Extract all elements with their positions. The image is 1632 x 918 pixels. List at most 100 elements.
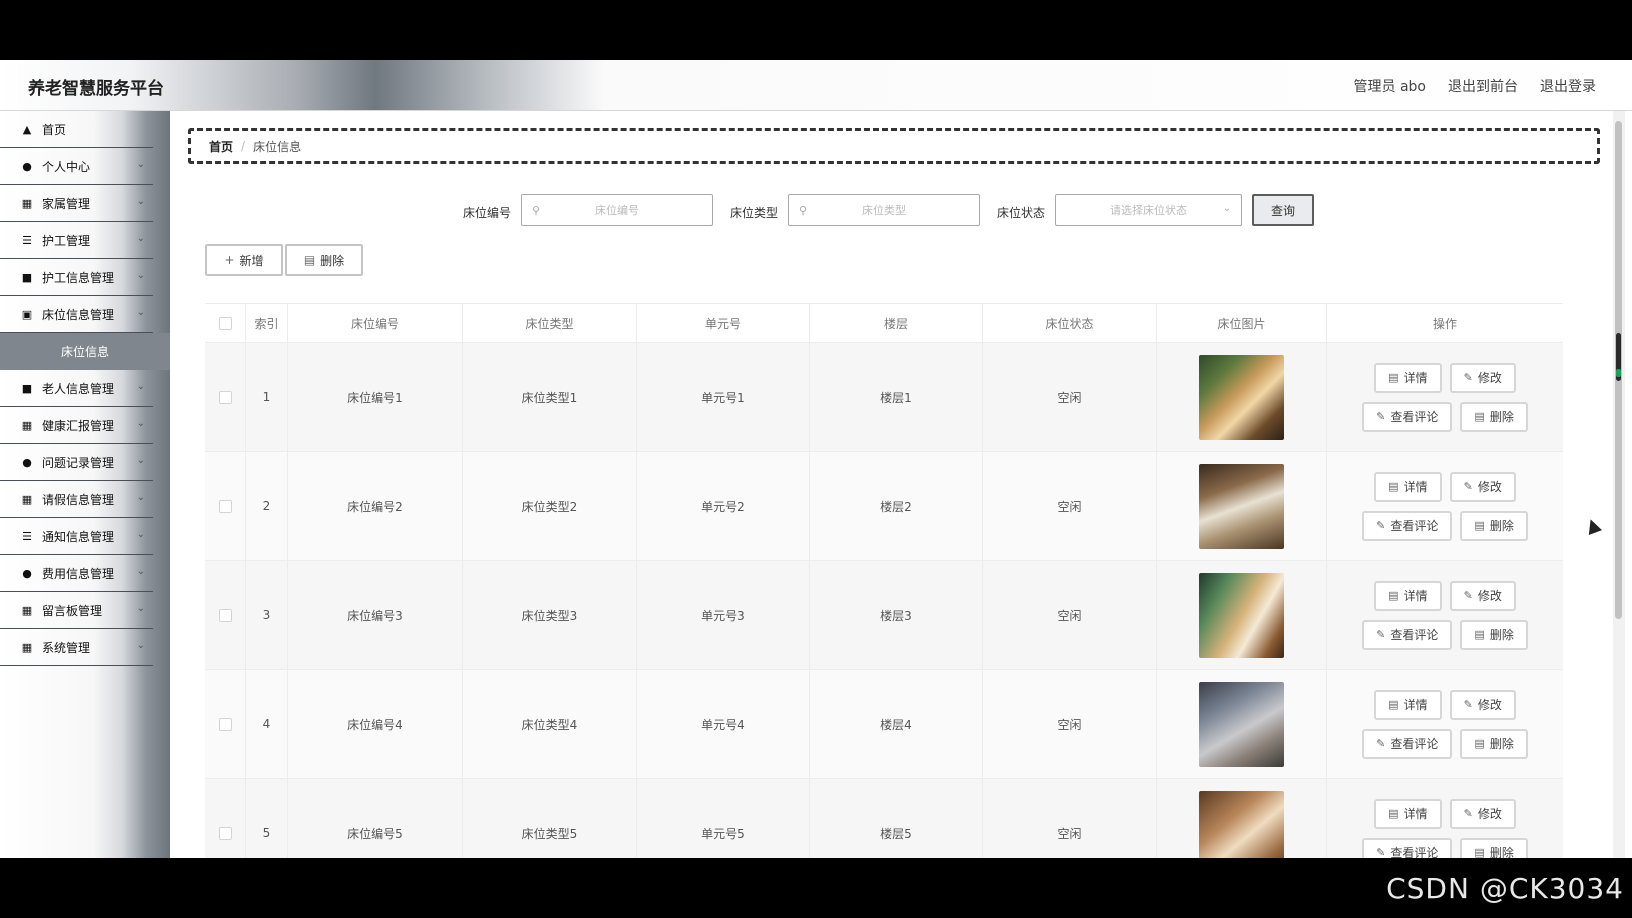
sidebar-item-label: 老人信息管理 [42,381,115,396]
bed-no-placeholder: 床位编号 [595,204,639,217]
row-checkbox[interactable] [218,608,232,622]
select-all-checkbox[interactable] [218,316,232,330]
add-button[interactable]: + 新增 [205,244,283,276]
chevron-down-icon: ⌄ [136,566,145,577]
edit-label: 修改 [1477,698,1502,712]
header-actions: 操作 [1432,316,1457,331]
back-to-front-link[interactable]: 退出到前台 [1448,76,1518,96]
sidebar-item-label: 问题记录管理 [42,455,115,470]
logout-link[interactable]: 退出登录 [1540,76,1596,96]
cell-bed-no: 床位编号3 [288,561,463,669]
edit-button[interactable]: ✎ 修改 [1449,362,1516,393]
chevron-down-icon: ⌄ [136,159,145,170]
delete-row-button[interactable]: ▤ 删除 [1460,728,1528,759]
row-checkbox[interactable] [218,390,232,404]
trash-icon: ▤ [1474,410,1485,423]
sidebar-item-notice[interactable]: ☰ 通知信息管理 ⌄ [0,518,153,555]
cell-image [1157,779,1327,858]
bed-image[interactable] [1199,354,1284,440]
detail-button[interactable]: ▤ 详情 [1374,689,1442,720]
view-comments-button[interactable]: ✎ 查看评论 [1362,510,1453,541]
bed-type-input[interactable]: ⚲ 床位类型 [788,194,980,226]
delete-row-button[interactable]: ▤ 删除 [1460,401,1528,432]
chevron-down-icon: ⌄ [136,418,145,429]
bed-image[interactable] [1199,790,1284,858]
chevron-down-icon: ⌄ [1222,203,1231,214]
bed-image[interactable] [1199,681,1284,767]
sidebar-item-caregiver[interactable]: ☰ 护工管理 ⌄ [0,222,153,259]
sidebar-item-home[interactable]: ▲ 首页 [0,111,153,148]
current-user: 管理员 abo [1353,79,1426,95]
bed-no-input[interactable]: ⚲ 床位编号 [521,194,713,226]
sidebar-item-fees[interactable]: ● 费用信息管理 ⌄ [0,555,153,592]
cell-bed-type: 床位类型2 [463,452,637,560]
breadcrumb: 首页 / 床位信息 [188,128,1600,164]
header-floor: 楼层 [810,304,983,342]
delete-row-button[interactable]: ▤ 删除 [1460,619,1528,650]
app-title: 养老智慧服务平台 [28,79,164,99]
edit-button[interactable]: ✎ 修改 [1449,471,1516,502]
delete-button[interactable]: ▤ 删除 [285,244,363,276]
row-checkbox[interactable] [218,717,232,731]
bed-status-select[interactable]: 请选择床位状态 ⌄ [1055,194,1242,226]
trash-icon: ▤ [1474,737,1485,750]
chevron-down-icon: ⌄ [136,307,145,318]
detail-button[interactable]: ▤ 详情 [1374,471,1442,502]
scrollbar-indicator [1616,369,1621,377]
table-header: 索引 床位编号 床位类型 单元号 楼层 床位状态 床位图片 操作 [205,304,1563,342]
sidebar-subitem-bed-info[interactable]: 床位信息 [0,333,170,370]
table-row: 1 床位编号1 床位类型1 单元号1 楼层1 空闲 ▤ 详情 ✎ 修改 ✎ 查看评论 [205,342,1563,451]
sidebar-item-label: 请假信息管理 [42,492,115,507]
cell-bed-type: 床位类型5 [463,779,637,858]
edit-button[interactable]: ✎ 修改 [1449,798,1516,829]
row-checkbox[interactable] [218,826,232,840]
sidebar-item-issue-record[interactable]: ● 问题记录管理 ⌄ [0,444,153,481]
user-menu: 管理员 abo 退出到前台 退出登录 [1354,76,1596,96]
top-bar: 养老智慧服务平台 管理员 abo 退出到前台 退出登录 [0,60,1632,111]
bed-type-placeholder: 床位类型 [862,204,906,217]
edit-label: 修改 [1477,589,1502,603]
view-comments-button[interactable]: ✎ 查看评论 [1362,619,1453,650]
delete-label: 删除 [1489,628,1514,642]
sidebar-item-family[interactable]: ▦ 家属管理 ⌄ [0,185,153,222]
sidebar-item-leave[interactable]: ▦ 请假信息管理 ⌄ [0,481,153,518]
sidebar-item-label: 护工信息管理 [42,270,115,285]
bed-image[interactable] [1199,463,1284,549]
sidebar-item-label: 床位信息管理 [42,307,115,322]
view-comments-button[interactable]: ✎ 查看评论 [1362,401,1453,432]
edit-button[interactable]: ✎ 修改 [1449,580,1516,611]
header-status: 床位状态 [983,304,1157,342]
detail-button[interactable]: ▤ 详情 [1374,362,1442,393]
sidebar-item-label: 家属管理 [42,196,91,211]
sidebar-item-message-board[interactable]: ▦ 留言板管理 ⌄ [0,592,153,629]
cell-image [1157,670,1327,778]
sidebar-item-bed-info[interactable]: ▣ 床位信息管理 ⌄ [0,296,153,333]
view-comments-button[interactable]: ✎ 查看评论 [1362,728,1453,759]
view-comments-button[interactable]: ✎ 查看评论 [1362,837,1453,858]
sidebar: ▲ 首页 ● 个人中心 ⌄ ▦ 家属管理 ⌄ ☰ 护工管理 ⌄ ■ 护工信息管理… [0,111,170,858]
trash-icon: ▤ [1474,846,1485,858]
cell-floor: 楼层5 [810,779,983,858]
edit-label: 修改 [1477,807,1502,821]
cell-bed-no: 床位编号4 [288,670,463,778]
delete-row-button[interactable]: ▤ 删除 [1460,837,1528,858]
detail-button[interactable]: ▤ 详情 [1374,798,1442,829]
delete-row-button[interactable]: ▤ 删除 [1460,510,1528,541]
sidebar-item-elder-info[interactable]: ■ 老人信息管理 ⌄ [0,370,153,407]
row-checkbox[interactable] [218,499,232,513]
sidebar-item-caregiver-info[interactable]: ■ 护工信息管理 ⌄ [0,259,153,296]
sidebar-item-system[interactable]: ▦ 系统管理 ⌄ [0,629,153,666]
breadcrumb-home[interactable]: 首页 [209,138,233,155]
bed-image[interactable] [1199,572,1284,658]
vertical-scrollbar[interactable] [1613,111,1625,858]
detail-button[interactable]: ▤ 详情 [1374,580,1442,611]
watermark: CSDN @CK3034 [1386,872,1624,905]
sidebar-item-personal-center[interactable]: ● 个人中心 ⌄ [0,148,153,185]
sidebar-item-health-report[interactable]: ▦ 健康汇报管理 ⌄ [0,407,153,444]
sidebar-item-label: 通知信息管理 [42,529,115,544]
edit-button[interactable]: ✎ 修改 [1449,689,1516,720]
document-icon: ▤ [1388,371,1399,384]
query-button[interactable]: 查询 [1252,194,1314,226]
cell-actions: ▤ 详情 ✎ 修改 ✎ 查看评论 ▤ 删除 [1327,779,1563,858]
chevron-down-icon: ⌄ [136,640,145,651]
